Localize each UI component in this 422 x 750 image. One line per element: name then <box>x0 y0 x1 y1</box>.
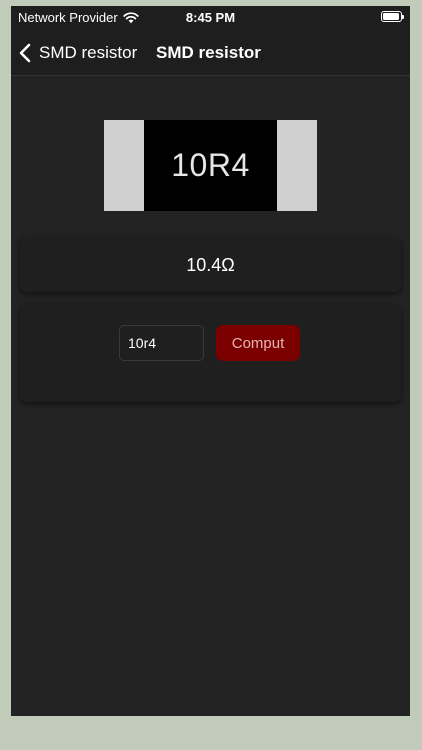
chevron-left-icon <box>19 43 31 63</box>
smd-resistor-illustration: 10R4 <box>104 120 317 211</box>
battery-icon <box>381 11 404 22</box>
resistance-value: 10.4Ω <box>186 254 235 275</box>
page-title: SMD resistor <box>156 43 261 62</box>
back-button[interactable]: SMD resistor <box>19 30 137 75</box>
phone-screen: Network Provider 8:45 PM SMD resistor SM… <box>11 6 410 716</box>
navigation-bar: SMD resistor SMD resistor <box>11 30 410 76</box>
input-card: Comput <box>20 304 401 402</box>
resistor-code-input[interactable] <box>119 325 204 361</box>
resistor-left-terminal <box>104 120 144 211</box>
result-card: 10.4Ω <box>20 238 401 292</box>
back-button-label: SMD resistor <box>39 42 138 62</box>
resistor-code: 10R4 <box>171 147 250 183</box>
resistor-right-terminal <box>277 120 317 211</box>
status-time: 8:45 PM <box>185 10 236 25</box>
compute-button[interactable]: Comput <box>216 325 300 361</box>
resistor-body: 10R4 <box>144 120 277 211</box>
status-bar: Network Provider 8:45 PM <box>11 6 410 30</box>
